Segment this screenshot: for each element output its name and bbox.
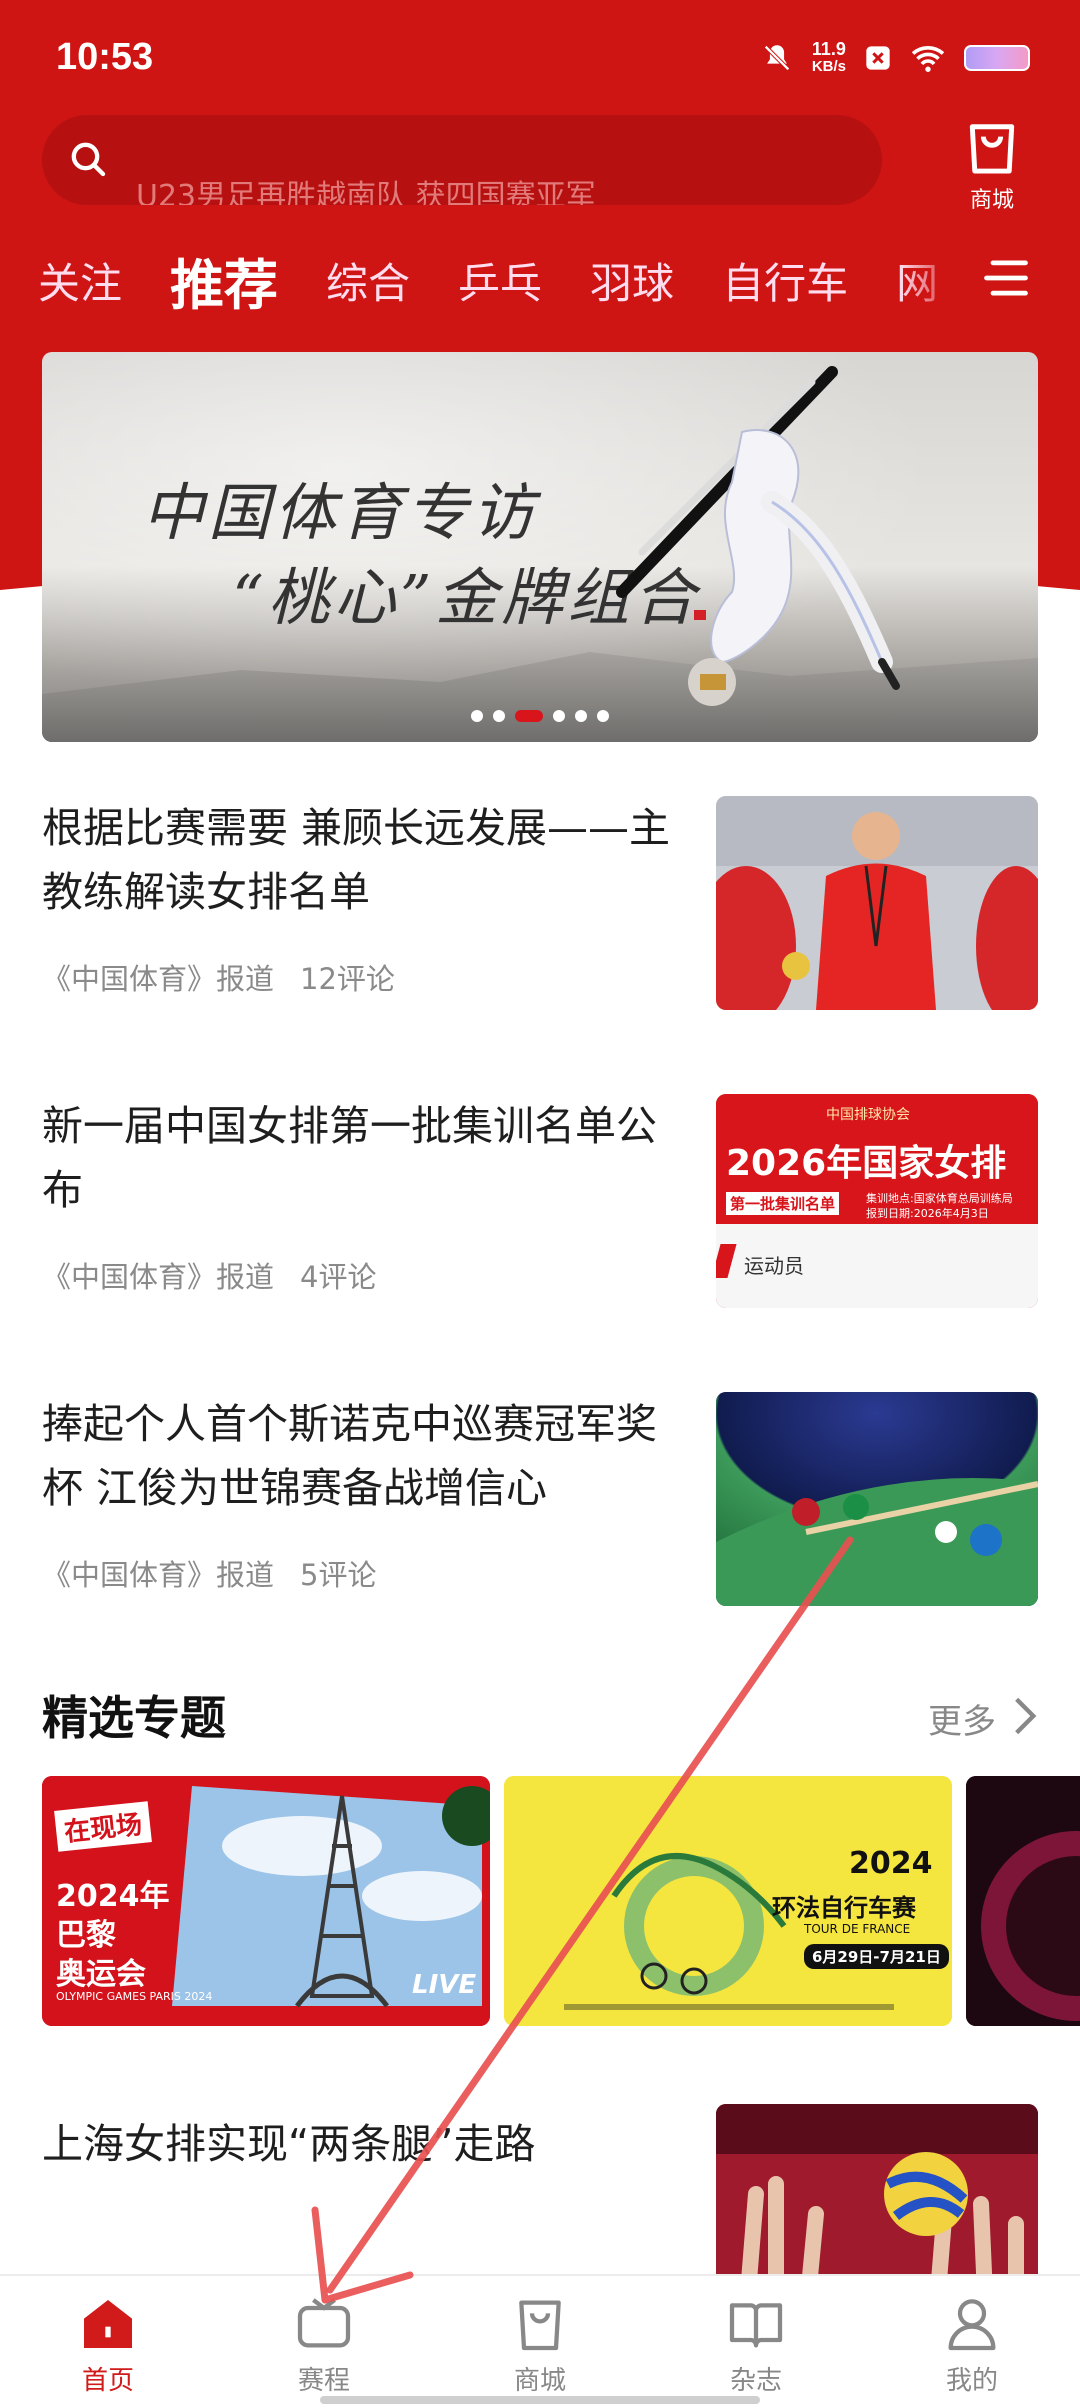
nav-magazine-label: 杂志	[729, 2366, 782, 2396]
search-icon	[71, 142, 106, 177]
news-source: 《中国体育》报道	[42, 1558, 275, 1592]
shopping-bag-icon	[519, 2300, 561, 2351]
net-speed-unit: KB/s	[811, 58, 846, 75]
network-speed: 11.9 KB/s	[812, 40, 846, 76]
news-meta: 《中国体育》报道 5评论	[42, 1552, 376, 1594]
news-item[interactable]: 捧起个人首个斯诺克中巡赛冠军奖杯 江俊为世锦赛备战增信心 《中国体育》报道 5评论	[42, 1392, 1038, 1622]
card-live-badge: LIVE	[412, 1970, 477, 2000]
tab-table-tennis[interactable]: 乒乓	[458, 250, 542, 311]
shopping-bag-icon	[969, 124, 1015, 174]
card-caption: OLYMPIC GAMES PARIS 2024	[56, 1990, 213, 2003]
nav-home[interactable]: 首页	[0, 2276, 216, 2408]
nav-schedule[interactable]: 赛程	[216, 2276, 432, 2408]
home-indicator[interactable]	[320, 2396, 760, 2404]
card-year: 2024	[849, 1846, 933, 1881]
nav-home-label: 首页	[81, 2366, 134, 2396]
person-icon	[948, 2299, 996, 2351]
thumb-headline: 2026年国家女排	[726, 1143, 1007, 1184]
card-line2: 巴黎	[56, 1918, 116, 1953]
news-title: 捧起个人首个斯诺克中巡赛冠军奖杯 江俊为世锦赛备战增信心	[42, 1400, 657, 1512]
nav-magazine[interactable]: 杂志	[648, 2276, 864, 2408]
carousel-dot-active[interactable]	[515, 710, 543, 722]
partial-card-image	[966, 1776, 1080, 2026]
status-time: 10:53	[56, 36, 154, 78]
featured-carousel[interactable]: 在现场 2024年 巴黎 奥运会 OLYMPIC GAMES PARIS 202…	[42, 1776, 1080, 2026]
nav-profile-label: 我的	[945, 2366, 998, 2396]
thumb-date: 报到日期:2026年4月3日	[866, 1207, 989, 1220]
book-icon	[729, 2303, 783, 2348]
nav-schedule-label: 赛程	[297, 2366, 350, 2396]
news-title: 根据比赛需要 兼顾长远发展——主教练解读女排名单	[42, 804, 671, 916]
carousel-dot[interactable]	[471, 710, 483, 722]
shop-label: 商城	[969, 188, 1014, 213]
news-comments: 12评论	[300, 962, 395, 996]
news-meta: 《中国体育》报道 4评论	[42, 1254, 376, 1296]
banner-title-line1: 中国体育专访	[142, 476, 539, 549]
news-comments: 4评论	[300, 1260, 377, 1294]
card-dates: 6月29日-7月21日	[804, 1944, 949, 1969]
carousel-dots	[42, 710, 1038, 722]
news-item[interactable]: 上海女排实现“两条腿”走路	[42, 2104, 1038, 2274]
nav-shop[interactable]: 商城	[432, 2276, 648, 2408]
tab-general[interactable]: 综合	[326, 250, 410, 311]
skier-image	[616, 366, 900, 706]
news-comments: 5评论	[300, 1558, 377, 1592]
news-thumbnail: 中国排球协会 2026年国家女排 第一批集训名单 集训地点:国家体育总局训练局 …	[716, 1094, 1038, 1308]
news-thumbnail	[716, 1392, 1038, 1606]
thumb-org: 中国排球协会	[826, 1107, 910, 1123]
featured-card-partial[interactable]	[966, 1776, 1080, 2026]
card-line1: 2024年	[56, 1879, 170, 1914]
news-title: 新一届中国女排第一批集训名单公布	[42, 1102, 657, 1214]
card-name: 环法自行车赛	[772, 1894, 916, 1922]
news-source: 《中国体育》报道	[42, 962, 275, 996]
nav-profile[interactable]: 我的	[864, 2276, 1080, 2408]
carousel-dot[interactable]	[575, 710, 587, 722]
card-subtitle: TOUR DE FRANCE	[804, 1922, 911, 1936]
volleyball-coach-image	[716, 796, 1038, 1010]
category-tabs: 关注 推荐 综合 乒乓 羽球 自行车 网	[38, 240, 938, 320]
news-source: 《中国体育》报道	[42, 1260, 275, 1294]
x-notification-icon	[866, 46, 890, 70]
tabs-fade	[900, 240, 960, 320]
featured-card-olympics[interactable]: 在现场 2024年 巴黎 奥运会 OLYMPIC GAMES PARIS 202…	[42, 1776, 490, 2026]
tab-follow[interactable]: 关注	[38, 250, 122, 311]
search-placeholder: U23男足再胜越南队 获四国赛亚军	[136, 179, 596, 205]
thumb-athletes-label: 运动员	[744, 1254, 804, 1278]
home-icon	[84, 2300, 132, 2348]
status-bar: 10:53 11.9 KB/s	[0, 0, 1080, 110]
shop-button[interactable]: 商城	[950, 112, 1034, 214]
bottom-nav: 首页 赛程 商城 杂志 我的	[0, 2274, 1080, 2408]
volleyball-hands-image	[716, 2104, 1038, 2274]
menu-icon[interactable]	[980, 252, 1032, 304]
news-title: 上海女排实现“两条腿”走路	[42, 2120, 536, 2168]
featured-more-link[interactable]: 更多	[928, 1694, 996, 1743]
tab-cycling[interactable]: 自行车	[722, 250, 848, 311]
tv-icon	[297, 2298, 351, 2348]
nav-shop-label: 商城	[513, 2366, 566, 2396]
snooker-image	[716, 1392, 1038, 1606]
featured-card-tour-de-france[interactable]: 2024 环法自行车赛 TOUR DE FRANCE 6月29日-7月21日	[504, 1776, 952, 2026]
thumb-subtag: 第一批集训名单	[726, 1192, 840, 1215]
featured-title: 精选专题	[42, 1691, 226, 1745]
banner-carousel[interactable]: 中国体育专访 “桃心”金牌组合	[42, 352, 1038, 742]
news-meta: 《中国体育》报道 12评论	[42, 956, 395, 998]
wifi-icon	[911, 46, 945, 72]
battery-icon	[964, 45, 1030, 71]
thumb-location: 集训地点:国家体育总局训练局	[866, 1192, 1013, 1205]
tab-badminton[interactable]: 羽球	[590, 250, 674, 311]
carousel-dot[interactable]	[597, 710, 609, 722]
card-line3: 奥运会	[56, 1957, 146, 1992]
news-item[interactable]: 新一届中国女排第一批集训名单公布 《中国体育》报道 4评论 中国排球协会 2026…	[42, 1094, 1038, 1324]
mute-icon	[763, 45, 790, 71]
news-thumbnail	[716, 796, 1038, 1010]
news-item[interactable]: 根据比赛需要 兼顾长远发展——主教练解读女排名单 《中国体育》报道 12评论	[42, 796, 1038, 1026]
chevron-right-icon[interactable]	[1012, 1696, 1038, 1736]
status-icons: 11.9 KB/s	[760, 40, 1030, 76]
net-speed-value: 11.9	[811, 39, 846, 59]
carousel-dot[interactable]	[493, 710, 505, 722]
search-input[interactable]: U23男足再胜越南队 获四国赛亚军	[42, 115, 882, 205]
news-thumbnail	[716, 2104, 1038, 2274]
carousel-dot[interactable]	[553, 710, 565, 722]
tab-recommend[interactable]: 推荐	[170, 241, 278, 320]
